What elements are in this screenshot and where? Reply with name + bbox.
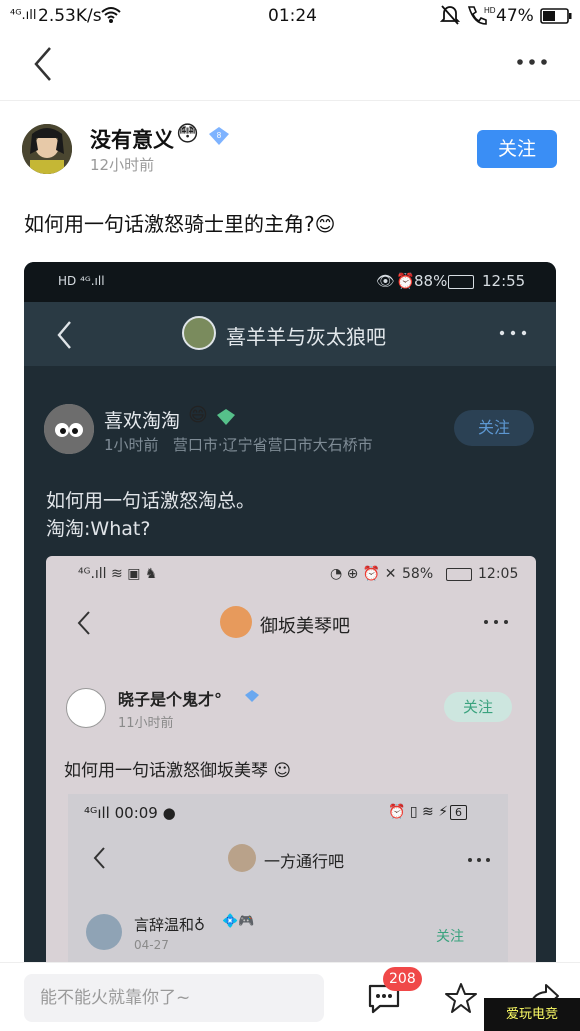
nested3-author-name: 言辞温和♁: [134, 916, 205, 934]
nested2-level-icon: [245, 690, 259, 702]
nested2-author-name: 晓子是个鬼才°: [118, 690, 223, 709]
nested2-status-icons: ◔ ⊕ ⏰ ✕: [330, 566, 397, 582]
favorite-button[interactable]: [444, 981, 478, 1019]
embedded-battery-icon: [448, 275, 474, 289]
eye-icon: 👁: [376, 272, 396, 290]
hd-label: HD: [484, 6, 496, 15]
nested2-battery: 58%: [402, 566, 434, 582]
battery-icon: [540, 8, 572, 29]
embedded-level-icon: [217, 409, 235, 425]
nested2-battery-icon: [446, 568, 472, 581]
nested3-battery-icon: 6: [450, 805, 468, 820]
nested2-smile-emoji: ☺: [268, 761, 292, 781]
nested3-status-left: ⁴ᴳıll 00:09 ●: [84, 804, 176, 822]
nested-screenshot-3: ⁴ᴳıll 00:09 ● ⏰ ▯ ≋ ⚡ 6 一方通行吧 言辞温和♁ 💠🎮 04…: [68, 794, 508, 982]
embedded-more-icon: [499, 330, 527, 336]
screen: ⁴ᴳ.ıll 2.53K/s 01:24 HD 47% 没有意义 😳 8 12小…: [0, 0, 580, 1031]
network-speed: 2.53K/s: [38, 6, 102, 26]
signal-icon: ⁴ᴳ.ıll: [10, 8, 37, 23]
nested3-back-icon: [93, 847, 105, 869]
embedded-battery-percent: 88%: [414, 272, 448, 290]
nested2-forum-avatar: [220, 606, 252, 638]
embedded-text-line2: 淘淘:What?: [46, 518, 151, 540]
alarm-icon: ⏰: [396, 272, 415, 290]
more-dots-icon: [517, 59, 547, 65]
star-icon: [445, 983, 477, 1013]
post-title: 如何用一句话激怒骑士里的主角?😊: [24, 208, 335, 237]
comment-count-badge: 208: [383, 967, 422, 991]
flushed-emoji: 😳: [176, 122, 199, 147]
forum-avatar: [182, 316, 216, 350]
nested3-more-icon: [468, 858, 490, 862]
comment-input[interactable]: 能不能火就靠你了~: [24, 974, 324, 1022]
embedded-author-name: 喜欢淘淘: [104, 410, 181, 432]
nested3-forum-avatar: [228, 844, 256, 872]
clock: 01:24: [268, 6, 317, 26]
nested3-status-right: ⏰ ▯ ≋ ⚡ 6: [388, 804, 468, 820]
grin-emoji: 😄: [188, 404, 208, 426]
author-avatar[interactable]: [22, 124, 72, 174]
embedded-body: 喜欢淘淘 😄 1小时前 营口市·辽宁省营口市大石桥市 关注 如何用一句话激怒淘总…: [24, 366, 556, 982]
chevron-left-icon: [34, 47, 51, 81]
more-button[interactable]: [512, 52, 552, 72]
author-name[interactable]: 没有意义: [90, 124, 174, 154]
battery-percent: 47%: [496, 6, 534, 26]
call-hd-icon: HD: [466, 4, 496, 31]
follow-button[interactable]: 关注: [477, 130, 557, 168]
nested-screenshot-2: ⁴ᴳ.ıll ≋ ▣ ♞ ◔ ⊕ ⏰ ✕ 58% 12:05 御坂美琴吧 晓子是…: [46, 556, 536, 982]
nested3-clock: 00:09: [114, 804, 158, 822]
mute-bell-icon: [439, 4, 461, 31]
embedded-text-line1: 如何用一句话激怒淘总。: [46, 490, 256, 512]
svg-text:8: 8: [217, 131, 222, 140]
nested2-follow-button: 关注: [444, 692, 512, 722]
embedded-time-location: 1小时前 营口市·辽宁省营口市大石桥市: [104, 436, 373, 454]
embedded-author-avatar: [44, 404, 94, 454]
nested2-author-avatar: [66, 688, 106, 728]
embedded-clock: 12:55: [482, 272, 526, 290]
embedded-signal-icon: HD ⁴ᴳ.ıll: [58, 274, 105, 288]
nested2-text-content: 如何用一句话激怒御坂美琴: [64, 761, 268, 781]
nested3-badges-icon: 💠🎮: [222, 914, 255, 929]
nested2-text: 如何用一句话激怒御坂美琴 ☺: [64, 756, 291, 781]
status-bar: ⁴ᴳ.ıll 2.53K/s 01:24 HD 47%: [0, 0, 580, 32]
back-button[interactable]: [30, 44, 60, 84]
level-badge-icon: 8: [208, 126, 230, 150]
nested2-time: 11小时前: [118, 716, 174, 731]
nested2-clock: 12:05: [478, 566, 519, 582]
nested3-follow-button: 关注: [436, 929, 464, 945]
post-time: 12小时前: [90, 156, 155, 174]
nested3-author-avatar: [86, 914, 122, 950]
embedded-status-bar: HD ⁴ᴳ.ıll 👁 ⏰ 88% 12:55: [24, 262, 556, 302]
embedded-follow-button: 关注: [454, 410, 534, 446]
post-image[interactable]: HD ⁴ᴳ.ıll 👁 ⏰ 88% 12:55 喜羊羊与灰太狼吧 喜欢淘淘 😄 …: [24, 262, 556, 982]
nested2-forum-title: 御坂美琴吧: [260, 616, 350, 637]
divider: [0, 100, 580, 101]
nested2-signal-icon: ⁴ᴳ.ıll ≋ ▣ ♞: [78, 566, 158, 582]
embedded-forum-title: 喜羊羊与灰太狼吧: [226, 325, 386, 349]
wifi-icon: [100, 4, 122, 31]
smile-emoji: 😊: [314, 212, 336, 236]
post-title-text: 如何用一句话激怒骑士里的主角?: [24, 212, 315, 236]
embedded-back-icon: [57, 321, 71, 349]
nested2-back-icon: [77, 611, 90, 635]
nested2-status-bar: ⁴ᴳ.ıll ≋ ▣ ♞ ◔ ⊕ ⏰ ✕ 58% 12:05: [46, 556, 536, 592]
nested3-time: 04-27: [134, 938, 169, 952]
watermark-logo: 爱玩电竞: [484, 998, 580, 1031]
embedded-nav: 喜羊羊与灰太狼吧: [24, 302, 556, 366]
nested3-forum-title: 一方通行吧: [264, 852, 345, 871]
nested2-more-icon: [484, 620, 508, 624]
